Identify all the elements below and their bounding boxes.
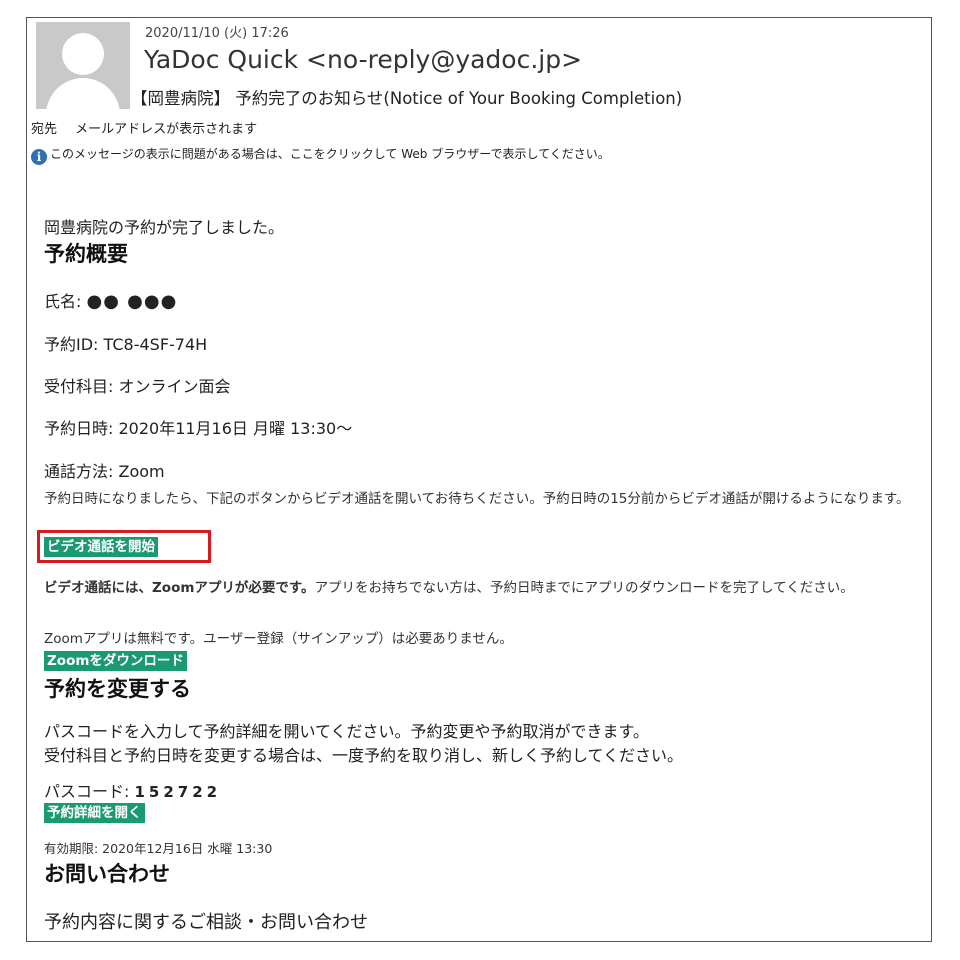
- zoom-required-note: ビデオ通話には、Zoomアプリが必要です。アプリをお持ちでない方は、予約日時まで…: [44, 577, 931, 599]
- zoom-free-note: Zoomアプリは無料です。ユーザー登録（サインアップ）は必要ありません。: [44, 631, 513, 647]
- contact-heading: お問い合わせ: [44, 862, 170, 886]
- email-window: 2020/11/10 (火) 17:26 YaDoc Quick <no-rep…: [26, 17, 932, 942]
- summary-heading: 予約概要: [44, 242, 128, 266]
- email-date: 2020/11/10 (火) 17:26: [145, 26, 289, 41]
- booking-complete-message: 岡豊病院の予約が完了しました。: [44, 218, 285, 237]
- open-booking-details-button[interactable]: 予約詳細を開く: [44, 803, 145, 823]
- avatar-head: [62, 33, 104, 75]
- view-in-browser-notice[interactable]: i このメッセージの表示に問題がある場合は、ここをクリックして Web ブラウザー…: [31, 145, 610, 165]
- recipient-row: 宛先 メールアドレスが表示されます: [31, 118, 257, 137]
- name-label: 氏名:: [44, 292, 82, 311]
- booking-id-row: 予約ID: TC8-4SF-74H: [44, 335, 208, 354]
- change-note-2: 受付科目と予約日時を変更する場合は、一度予約を取り消し、新しく予約してください。: [44, 746, 684, 765]
- department-row: 受付科目: オンライン面会: [44, 377, 231, 396]
- zoom-required-rest: アプリをお持ちでない方は、予約日時までにアプリのダウンロードを完了してください。: [314, 580, 854, 596]
- sender-avatar: [36, 22, 130, 109]
- passcode-label: パスコード:: [44, 782, 130, 801]
- avatar-shoulders: [46, 78, 120, 109]
- download-zoom-button[interactable]: Zoomをダウンロード: [44, 651, 187, 671]
- start-video-call-button[interactable]: ビデオ通話を開始: [44, 537, 158, 557]
- view-in-browser-text[interactable]: このメッセージの表示に問題がある場合は、ここをクリックして Web ブラウザーで…: [50, 147, 610, 161]
- passcode-row: パスコード: 152722: [44, 778, 221, 802]
- passcode-value: 152722: [134, 783, 222, 801]
- expiry-date: 有効期限: 2020年12月16日 水曜 13:30: [44, 841, 273, 856]
- zoom-required-bold: ビデオ通話には、Zoomアプリが必要です。: [44, 580, 315, 596]
- datetime-row: 予約日時: 2020年11月16日 月曜 13:30〜: [44, 419, 353, 438]
- recipient-label: 宛先: [31, 122, 58, 137]
- info-icon: i: [31, 149, 47, 165]
- change-booking-heading: 予約を変更する: [44, 677, 191, 701]
- email-subject: 【岡豊病院】 予約完了のお知らせ(Notice of Your Booking …: [131, 89, 683, 108]
- name-row: 氏名: ●● ●●●: [44, 288, 177, 312]
- change-note-1: パスコードを入力して予約詳細を開いてください。予約変更や予約取消ができます。: [44, 722, 649, 741]
- name-value: ●● ●●●: [86, 291, 178, 312]
- call-method-note: 予約日時になりましたら、下記のボタンからビデオ通話を開いてお待ちください。予約日…: [44, 491, 910, 507]
- recipient-value[interactable]: メールアドレスが表示されます: [75, 122, 257, 137]
- call-method-row: 通話方法: Zoom: [44, 462, 165, 481]
- contact-subheading: 予約内容に関するご相談・お問い合わせ: [44, 912, 368, 933]
- email-sender[interactable]: YaDoc Quick <no-reply@yadoc.jp>: [144, 45, 582, 74]
